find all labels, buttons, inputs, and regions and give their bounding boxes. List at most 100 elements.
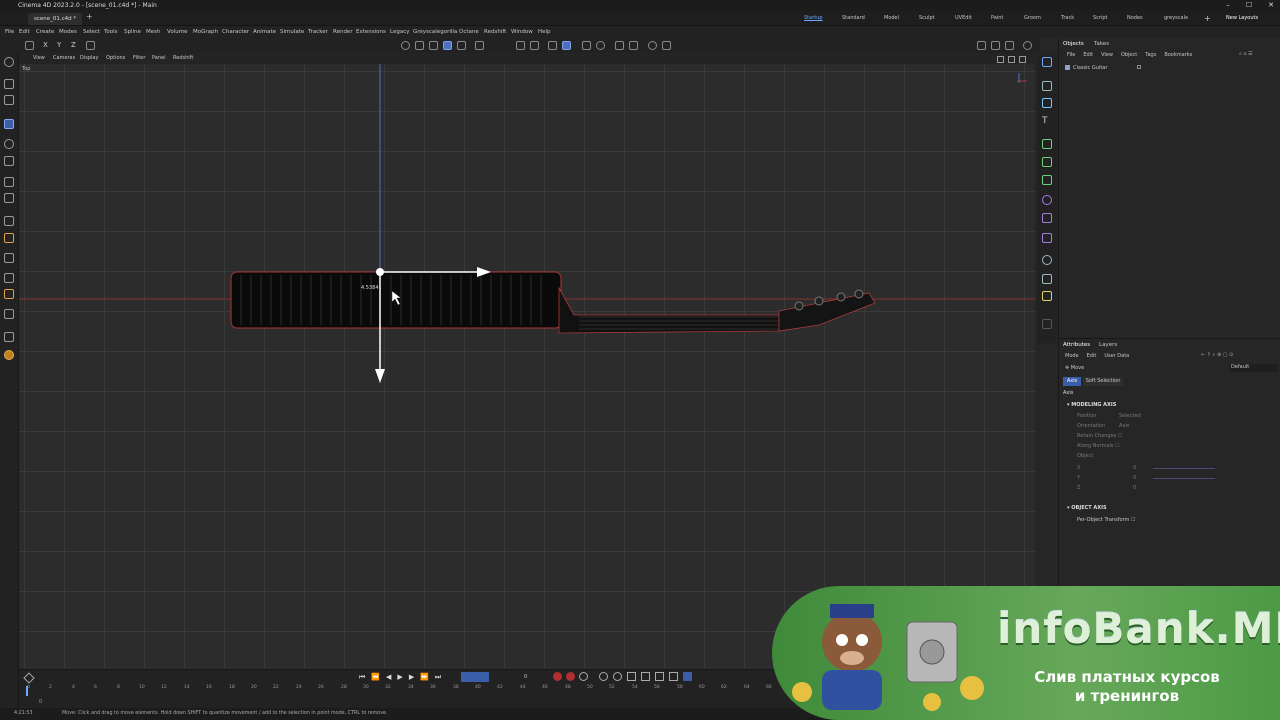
rotate-tool-icon[interactable] xyxy=(4,139,14,149)
layout-nodes[interactable]: Nodes xyxy=(1127,11,1143,26)
menu-tools[interactable]: Tools xyxy=(104,26,118,38)
layout-startup[interactable]: Startup xyxy=(804,11,823,26)
live-selection-icon[interactable] xyxy=(4,95,14,105)
layout-track[interactable]: Track xyxy=(1061,11,1074,26)
layout-single-icon[interactable] xyxy=(977,41,986,50)
environment-icon[interactable] xyxy=(1042,255,1052,265)
menu-file[interactable]: File xyxy=(5,26,14,38)
key-pla-icon[interactable] xyxy=(655,672,664,681)
deformer-icon[interactable] xyxy=(1042,175,1052,185)
menu-extensions[interactable]: Extensions xyxy=(356,26,386,38)
maximize-button[interactable]: ☐ xyxy=(1246,0,1252,11)
autokey-icon[interactable] xyxy=(566,672,575,681)
field-orientation[interactable]: Orientation Axis xyxy=(1077,423,1277,429)
attr-menu-edit[interactable]: Edit xyxy=(1087,353,1097,359)
polygons-mode-icon[interactable] xyxy=(457,41,466,50)
model-mode-icon[interactable] xyxy=(401,41,410,50)
menu-greyscalegorilla[interactable]: Greyscalegorilla xyxy=(413,26,457,38)
search-icon[interactable] xyxy=(4,57,14,67)
objects-search-icon[interactable]: ⌕ ⌂ ☰ xyxy=(1239,51,1253,57)
menu-simulate[interactable]: Simulate xyxy=(280,26,304,38)
layout-paint[interactable]: Paint xyxy=(991,11,1003,26)
field-position[interactable]: Position Selected xyxy=(1077,413,1277,419)
menu-select[interactable]: Select xyxy=(83,26,100,38)
layout-groom[interactable]: Groom xyxy=(1024,11,1041,26)
enable-axis-icon[interactable] xyxy=(516,41,525,50)
prev-key-icon[interactable]: ⏪ xyxy=(371,673,380,682)
field-along-normals[interactable]: Along Normals ☐ xyxy=(1077,443,1120,449)
zoom-icon[interactable] xyxy=(1008,56,1015,63)
field-object[interactable]: Object xyxy=(1077,453,1093,459)
subtab-axis[interactable]: Axis xyxy=(1063,377,1081,386)
preset-dropdown[interactable]: Default xyxy=(1229,364,1277,372)
menu-spline[interactable]: Spline xyxy=(124,26,141,38)
layout-quad-icon[interactable] xyxy=(991,41,1000,50)
keyframe-icon[interactable] xyxy=(23,672,35,684)
redshift-render-icon[interactable] xyxy=(648,41,657,50)
objects-menu-file[interactable]: File xyxy=(1067,52,1075,62)
menu-mesh[interactable]: Mesh xyxy=(146,26,160,38)
objects-menu-bookmarks[interactable]: Bookmarks xyxy=(1164,52,1192,62)
menu-tracker[interactable]: Tracker xyxy=(308,26,328,38)
effector-icon[interactable] xyxy=(1042,213,1052,223)
pencil-tool-icon[interactable] xyxy=(4,273,14,283)
modeling-axis-header[interactable]: ▾ MODELING AXIS xyxy=(1067,402,1116,408)
add-layout-button[interactable]: + xyxy=(1204,11,1211,26)
per-object-transform-field[interactable]: Per-Object Transform ☐ xyxy=(1077,517,1135,523)
loop-toggle[interactable] xyxy=(461,672,489,682)
placement-tool-icon[interactable] xyxy=(4,193,14,203)
maximize-view-icon[interactable] xyxy=(1019,56,1026,63)
layout-standard[interactable]: Standard xyxy=(842,11,865,26)
key-rotation-icon[interactable] xyxy=(627,672,636,681)
next-key-icon[interactable]: ⏩ xyxy=(420,673,429,682)
uv-mode-icon[interactable] xyxy=(475,41,484,50)
go-to-start-icon[interactable]: ⏮ xyxy=(359,673,365,682)
menu-help[interactable]: Help xyxy=(538,26,551,38)
plugin-tool-icon[interactable] xyxy=(4,332,14,342)
text-icon[interactable]: T xyxy=(1042,116,1052,126)
keyframe-selection-icon[interactable] xyxy=(579,672,588,681)
x-slider[interactable] xyxy=(1153,468,1215,469)
undo-icon[interactable] xyxy=(25,41,34,50)
z-axis-lock-icon[interactable]: Z xyxy=(71,41,80,50)
pan-icon[interactable] xyxy=(997,56,1004,63)
key-scale-icon[interactable] xyxy=(613,672,622,681)
objects-menu-view[interactable]: View xyxy=(1101,52,1113,62)
layout-model[interactable]: Model xyxy=(884,11,899,26)
menu-modes[interactable]: Modes xyxy=(59,26,77,38)
select-arrow-icon[interactable] xyxy=(4,79,14,89)
knife-tool-icon[interactable] xyxy=(4,233,14,243)
primitive-icon[interactable] xyxy=(1042,98,1052,108)
menu-character[interactable]: Character xyxy=(222,26,249,38)
go-to-end-icon[interactable]: ⏭ xyxy=(435,673,441,682)
coordinate-system-icon[interactable] xyxy=(86,41,95,50)
play-icon[interactable]: ▶ xyxy=(397,673,402,682)
tweak-mode-icon[interactable] xyxy=(530,41,539,50)
sketch-tool-icon[interactable] xyxy=(4,289,14,299)
prev-frame-icon[interactable]: ◀ xyxy=(386,673,391,682)
render-view-icon[interactable] xyxy=(596,41,605,50)
cloud-icon[interactable] xyxy=(1023,41,1032,50)
octane-render-icon[interactable] xyxy=(662,41,671,50)
layout-uvedit[interactable]: UVEdit xyxy=(955,11,972,26)
scale-tool-icon[interactable] xyxy=(4,156,14,166)
tab-attributes[interactable]: Attributes xyxy=(1063,342,1090,348)
layout-greyscale[interactable]: greyscale xyxy=(1164,11,1188,26)
camera-icon[interactable] xyxy=(1042,274,1052,284)
spline-rect-icon[interactable] xyxy=(1042,81,1052,91)
playhead[interactable] xyxy=(26,686,28,696)
key-param-icon[interactable] xyxy=(641,672,650,681)
brush-tool-icon[interactable] xyxy=(4,253,14,263)
attr-menu-mode[interactable]: Mode xyxy=(1065,353,1079,359)
attr-menu-userdata[interactable]: User Data xyxy=(1104,353,1129,359)
x-axis-lock-icon[interactable]: X xyxy=(43,41,52,50)
edges-mode-icon[interactable] xyxy=(443,41,452,50)
workplane-icon[interactable] xyxy=(582,41,591,50)
key-position-icon[interactable] xyxy=(599,672,608,681)
close-button[interactable]: ✕ xyxy=(1268,0,1274,11)
move-tool-icon[interactable] xyxy=(4,119,14,129)
light-icon[interactable] xyxy=(1042,291,1052,301)
menu-mograph[interactable]: MoGraph xyxy=(193,26,218,38)
menu-create[interactable]: Create xyxy=(36,26,54,38)
field-retain-changes[interactable]: Retain Changes ☐ xyxy=(1077,433,1122,439)
